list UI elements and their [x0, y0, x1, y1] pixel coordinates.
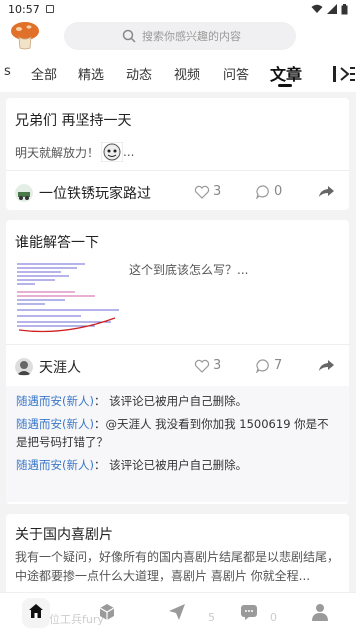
post-title[interactable]: 关于国内喜剧片 — [15, 524, 113, 544]
post-title[interactable]: 谁能解答一下 — [15, 232, 99, 252]
app-header: 搜索你感兴趣的内容 — [0, 18, 356, 56]
cube-icon[interactable] — [98, 603, 116, 621]
comment-author[interactable]: 随遇而安(新人) — [16, 394, 94, 408]
author-name[interactable]: 天涯人 — [39, 357, 81, 377]
avatar[interactable] — [15, 358, 33, 376]
comment-text: 该评论已被用户自己删除。 — [109, 394, 248, 408]
underlying-like-count: 5 — [208, 611, 215, 624]
post-card[interactable]: 兄弟们 再坚持一天 明天就解放力！ ... 一位铁锈玩家路过 3 0 — [6, 98, 349, 210]
post-excerpt-text: 明天就解放力！ — [15, 145, 100, 160]
post-excerpt-ellipsis: ... — [123, 145, 135, 159]
comment-icon — [256, 184, 269, 199]
category-tabs: s 全部 精选 动态 视频 问答 文章 — [0, 56, 356, 92]
comment-separator: ： — [93, 417, 106, 431]
post-excerpt[interactable]: 我有一个疑问，好像所有的国内喜剧片结尾都是以悲剧结尾，中途都要掺一点什么大道理，… — [15, 548, 341, 586]
like-count-value: 3 — [213, 358, 222, 373]
search-bar[interactable]: 搜索你感兴趣的内容 — [64, 22, 296, 50]
like-count-value: 3 — [213, 184, 222, 199]
tab-featured[interactable]: 精选 — [78, 64, 104, 83]
profile-icon[interactable] — [312, 603, 328, 621]
comment-count[interactable]: 7 — [256, 358, 282, 373]
send-icon[interactable] — [168, 603, 186, 621]
post-title[interactable]: 兄弟们 再坚持一天 — [15, 110, 131, 130]
underlying-comment-count: 0 — [270, 611, 277, 624]
sticker-emoji-icon — [101, 142, 124, 162]
active-tab-indicator — [278, 84, 292, 87]
post-excerpt[interactable]: 这个到底该怎么写？... — [129, 261, 248, 278]
divider — [6, 344, 349, 345]
post-excerpt[interactable]: 明天就解放力！ ... — [15, 142, 134, 162]
tab-articles[interactable]: 文章 — [270, 61, 302, 85]
bottom-navigation: 一位工兵fury 5 0 — [0, 592, 356, 634]
like-count[interactable]: 3 — [194, 358, 221, 373]
feed: 兄弟们 再坚持一天 明天就解放力！ ... 一位铁锈玩家路过 3 0 谁能解答一… — [0, 92, 356, 634]
share-icon[interactable] — [319, 186, 334, 198]
comment-separator: ： — [93, 458, 106, 472]
comment-icon — [256, 358, 269, 373]
avatar[interactable] — [15, 184, 33, 202]
battery-icon — [341, 3, 348, 14]
heart-icon — [194, 359, 210, 373]
notification-icon — [45, 5, 54, 13]
tab-all[interactable]: 全部 — [31, 64, 57, 83]
comment-separator: ： — [93, 394, 106, 408]
comment-item[interactable]: 随遇而安(新人)： 该评论已被用户自己删除。 — [16, 456, 339, 474]
tab-dynamic[interactable]: 动态 — [126, 64, 152, 83]
post-thumbnail[interactable] — [15, 258, 123, 336]
comment-text: 该评论已被用户自己删除。 — [109, 458, 248, 472]
comment-item[interactable]: 随遇而安(新人)： 该评论已被用户自己删除。 — [16, 392, 339, 410]
signal-icon — [327, 4, 337, 14]
tab-video[interactable]: 视频 — [174, 64, 200, 83]
home-icon[interactable] — [28, 603, 44, 619]
comment-count-value: 7 — [274, 358, 283, 373]
comment-preview-list: 随遇而安(新人)： 该评论已被用户自己删除。 随遇而安(新人)：@天涯人 我没看… — [6, 386, 349, 502]
post-card[interactable]: 谁能解答一下 这个到底该怎么写？... 天涯人 3 7 随遇而安(新人)： 该评… — [6, 220, 349, 504]
author-name[interactable]: 一位铁锈玩家路过 — [39, 183, 151, 203]
like-count[interactable]: 3 — [194, 184, 221, 199]
comment-count-value: 0 — [274, 184, 283, 199]
tab-partial[interactable]: s — [4, 64, 11, 79]
author-row[interactable]: 一位铁锈玩家路过 — [15, 183, 151, 203]
tab-qa[interactable]: 问答 — [223, 64, 249, 83]
status-bar: 10:57 — [0, 0, 356, 18]
share-icon[interactable] — [319, 360, 334, 372]
author-row[interactable]: 天涯人 — [15, 357, 81, 377]
comment-count[interactable]: 0 — [256, 184, 282, 199]
comment-item[interactable]: 随遇而安(新人)：@天涯人 我没看到你加我 1500619 你是不是把号码打错了… — [16, 415, 339, 451]
comment-author[interactable]: 随遇而安(新人) — [16, 458, 94, 472]
search-icon — [122, 29, 136, 43]
search-placeholder: 搜索你感兴趣的内容 — [142, 30, 241, 43]
wifi-icon — [311, 4, 323, 13]
more-tabs-icon[interactable] — [333, 65, 355, 83]
mushroom-logo-icon[interactable] — [10, 20, 40, 50]
heart-icon — [194, 185, 210, 199]
message-icon[interactable] — [240, 603, 258, 621]
divider — [6, 170, 349, 171]
comment-author[interactable]: 随遇而安(新人) — [16, 417, 94, 431]
status-time: 10:57 — [8, 2, 40, 16]
